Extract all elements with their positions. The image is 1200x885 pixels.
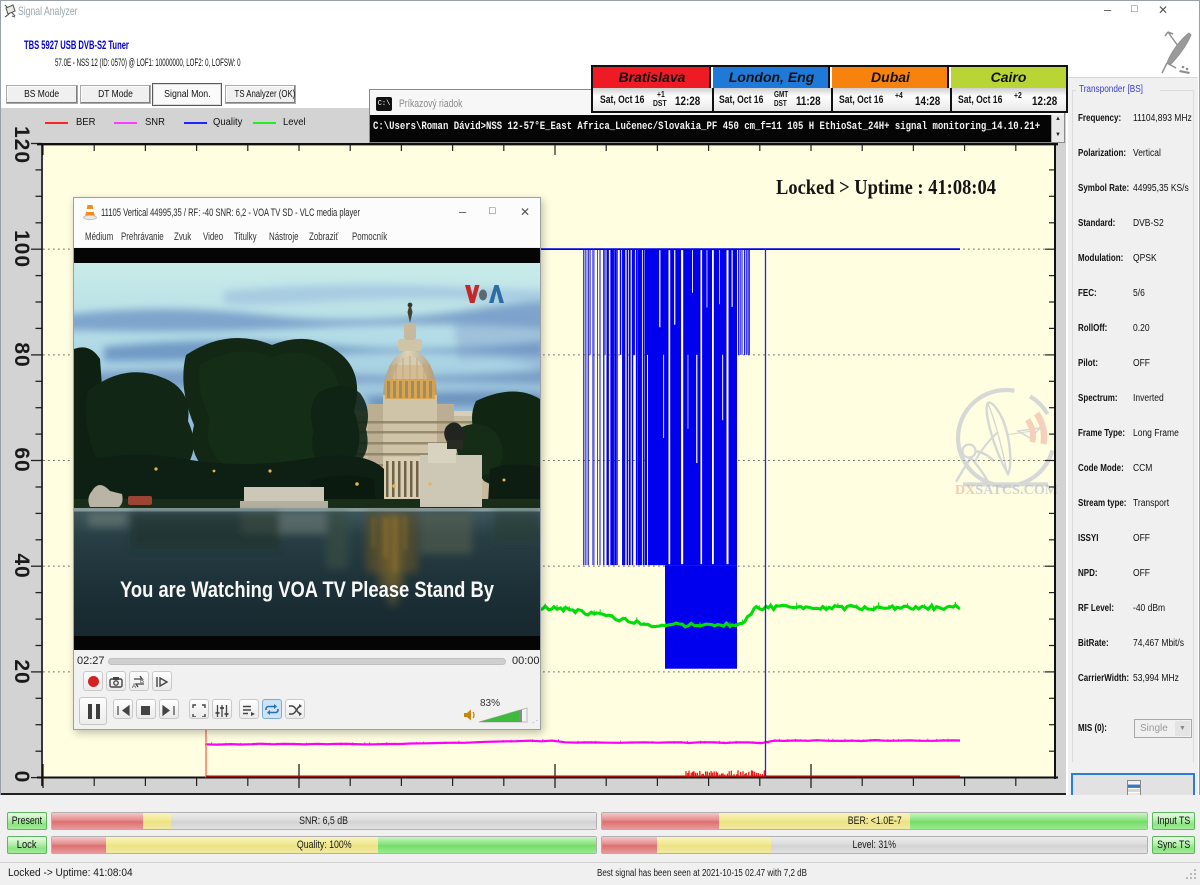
svg-text:You are Watching VOA TV Please: You are Watching VOA TV Please Stand By <box>120 577 495 602</box>
svg-text:B: B <box>140 679 144 685</box>
svg-text:DXSATCS.COM: DXSATCS.COM <box>955 483 1058 498</box>
svg-text:A: A <box>132 684 136 688</box>
